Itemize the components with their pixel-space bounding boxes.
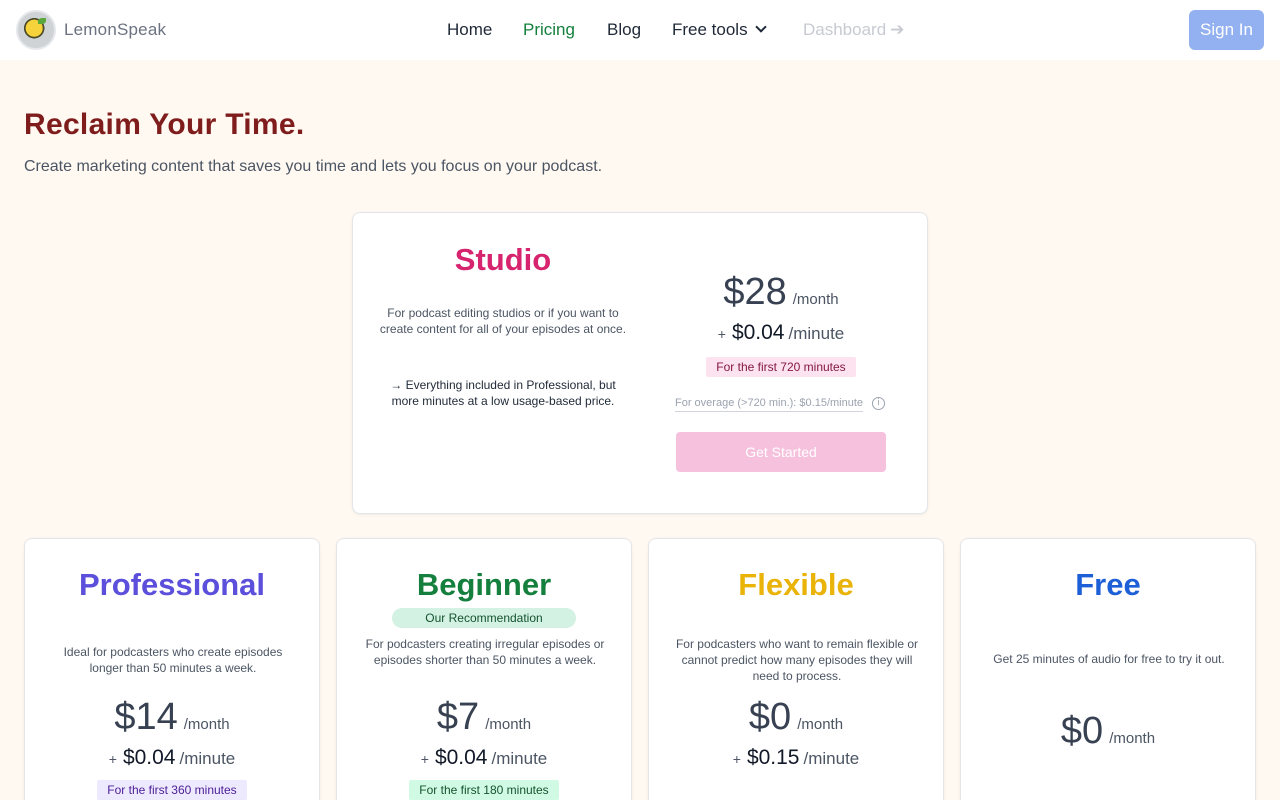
professional-price-unit: /month [183, 716, 230, 733]
flexible-description: For podcasters who want to remain flexib… [675, 637, 919, 683]
info-icon[interactable]: i [872, 397, 885, 410]
studio-minute-row: + $0.04/minute [643, 321, 919, 345]
plus-sign: + [108, 751, 117, 767]
free-price-unit: /month [1109, 730, 1156, 747]
brand-name: LemonSpeak [64, 20, 167, 39]
studio-badge-row: For the first 720 minutes [643, 357, 919, 377]
beginner-price: $7 [436, 696, 480, 738]
nav-free-tools-label: Free tools [672, 20, 748, 39]
flexible-minute-price: $0.15 [746, 746, 800, 769]
page-title: Reclaim Your Time. [24, 108, 305, 141]
beginner-minutes-badge: For the first 180 minutes [409, 780, 559, 800]
studio-get-started-button[interactable]: Get Started [676, 432, 886, 472]
top-navbar: LemonSpeak Home Pricing Blog Free tools … [0, 0, 1280, 60]
flexible-price-row: $0/month [649, 696, 943, 739]
flexible-price: $0 [748, 696, 792, 738]
beginner-price-row: $7/month [337, 696, 631, 739]
studio-price-unit: /month [792, 291, 839, 308]
flexible-minute-unit: /minute [803, 749, 860, 768]
professional-minutes-badge: For the first 360 minutes [97, 780, 247, 800]
studio-price: $28 [723, 271, 787, 313]
beginner-badge-row: For the first 180 minutes [337, 780, 631, 800]
beginner-minute-unit: /minute [491, 749, 548, 768]
studio-plan-card: Studio For podcast editing studios or if… [352, 212, 928, 514]
free-description: Get 25 minutes of audio for free to try … [993, 652, 1225, 666]
plus-sign: + [420, 751, 429, 767]
studio-description: For podcast editing studios or if you wa… [379, 306, 627, 336]
professional-description: Ideal for podcasters who create episodes… [63, 645, 283, 675]
lemon-logo-icon [16, 10, 56, 50]
free-price: $0 [1060, 710, 1104, 752]
studio-minute-price: $0.04 [731, 321, 785, 344]
studio-price-row: $28/month [643, 271, 919, 314]
plan-name-beginner: Beginner [416, 567, 552, 602]
brand-link[interactable]: LemonSpeak [16, 10, 166, 50]
professional-plan-card: Professional Ideal for podcasters who cr… [24, 538, 320, 800]
nav-home[interactable]: Home [447, 20, 492, 40]
professional-minute-unit: /minute [179, 749, 236, 768]
studio-minute-unit: /minute [788, 324, 845, 343]
beginner-minute-row: + $0.04/minute [337, 746, 631, 770]
nav-dashboard-label: Dashboard [803, 20, 887, 39]
plan-name-studio: Studio [454, 242, 552, 277]
free-price-row: $0/month [961, 710, 1255, 753]
plan-name-professional: Professional [78, 567, 266, 602]
page-subtitle: Create marketing content that saves you … [24, 158, 603, 175]
recommendation-badge: Our Recommendation [392, 608, 576, 628]
flexible-plan-card: Flexible For podcasters who want to rema… [648, 538, 944, 800]
nav-dashboard[interactable]: Dashboard ➔ [803, 20, 904, 40]
nav-blog[interactable]: Blog [607, 20, 641, 40]
plus-sign: + [717, 326, 726, 342]
flexible-minute-row: + $0.15/minute [649, 746, 943, 770]
beginner-plan-card: Beginner Our Recommendation For podcaste… [336, 538, 632, 800]
beginner-minute-price: $0.04 [434, 746, 488, 769]
flexible-price-unit: /month [797, 716, 844, 733]
nav-pricing[interactable]: Pricing [523, 20, 575, 40]
beginner-price-unit: /month [485, 716, 532, 733]
chevron-down-icon [754, 21, 767, 33]
sign-in-button[interactable]: Sign In [1189, 10, 1264, 50]
studio-minutes-badge: For the first 720 minutes [706, 357, 856, 377]
plan-name-free: Free [1075, 567, 1141, 602]
professional-price: $14 [114, 696, 178, 738]
nav-free-tools[interactable]: Free tools [672, 20, 767, 40]
professional-minute-row: + $0.04/minute [25, 746, 319, 770]
free-plan-card: Free Get 25 minutes of audio for free to… [960, 538, 1256, 800]
beginner-description: For podcasters creating irregular episod… [365, 637, 605, 667]
professional-badge-row: For the first 360 minutes [25, 780, 319, 800]
studio-features: → Everything included in Professional, b… [390, 378, 616, 408]
studio-overage-text: For overage (>720 min.): $0.15/minute [675, 397, 864, 412]
professional-price-row: $14/month [25, 696, 319, 739]
arrow-right-icon: ➔ [890, 20, 905, 39]
plan-name-flexible: Flexible [738, 567, 854, 602]
plus-sign: + [732, 751, 741, 767]
professional-minute-price: $0.04 [122, 746, 176, 769]
